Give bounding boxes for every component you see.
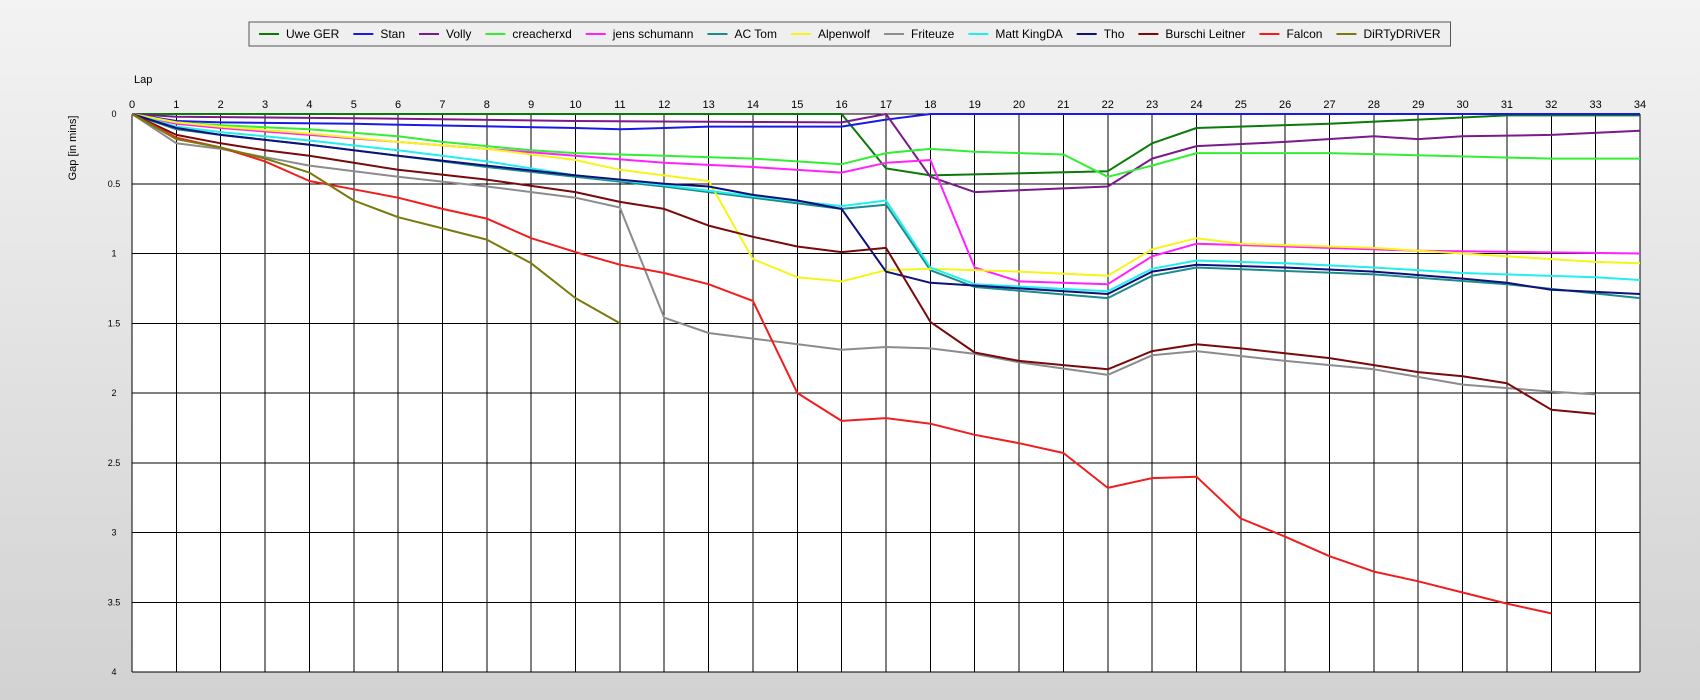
x-tick-label: 25 (1235, 99, 1247, 111)
x-tick-label: 31 (1501, 99, 1513, 111)
x-tick-label: 19 (969, 99, 981, 111)
legend: Uwe GER Stan Volly creacherxd jens schumann A… (248, 21, 1452, 47)
legend-label: Falcon (1286, 27, 1322, 41)
x-tick-label: 1 (173, 99, 179, 111)
x-tick-label: 29 (1412, 99, 1424, 111)
x-tick-label: 17 (880, 99, 892, 111)
legend-label: Uwe GER (286, 27, 340, 41)
x-tick-label: 5 (351, 99, 357, 111)
y-tick-label: 3 (111, 528, 116, 538)
y-tick-label: 3.5 (108, 597, 121, 607)
x-tick-label: 3 (262, 99, 268, 111)
y-tick-label: 2.5 (108, 458, 121, 468)
legend-label: jens schumann (612, 27, 694, 41)
x-tick-label: 28 (1368, 99, 1380, 111)
legend-label: Stan (380, 27, 405, 41)
y-tick-label: 1.5 (108, 318, 121, 328)
legend-label: Tho (1104, 27, 1125, 41)
x-tick-label: 34 (1634, 99, 1646, 111)
legend-label: DiRTyDRiVER (1363, 27, 1440, 41)
x-tick-label: 6 (395, 99, 401, 111)
x-tick-label: 8 (484, 99, 490, 111)
x-tick-label: 24 (1190, 99, 1202, 111)
x-tick-label: 0 (129, 99, 135, 111)
x-tick-label: 9 (528, 99, 534, 111)
x-tick-label: 33 (1590, 99, 1602, 111)
y-axis-label: Gap [in mins] (67, 116, 79, 181)
x-tick-label: 15 (791, 99, 803, 111)
y-tick-label: 1 (111, 249, 116, 259)
x-tick-label: 23 (1146, 99, 1158, 111)
x-tick-label: 2 (218, 99, 224, 111)
x-tick-label: 32 (1545, 99, 1557, 111)
y-tick-label: 0.5 (108, 179, 121, 189)
chart-canvas: Uwe GER Stan Volly creacherxd jens schumann A… (67, 21, 1646, 677)
y-tick-label: 0 (111, 109, 116, 119)
x-tick-label: 14 (747, 99, 759, 111)
legend-label: Matt KingDA (995, 27, 1062, 41)
x-tick-label: 26 (1279, 99, 1291, 111)
x-tick-label: 18 (924, 99, 936, 111)
x-tick-label: 16 (836, 99, 848, 111)
legend-label: Burschi Leitner (1165, 27, 1245, 41)
x-tick-label: 4 (306, 99, 312, 111)
x-tick-label: 12 (658, 99, 670, 111)
y-tick-label: 4 (111, 667, 116, 677)
x-tick-label: 11 (614, 99, 625, 111)
x-tick-label: 13 (702, 99, 714, 111)
x-tick-label: 10 (569, 99, 581, 111)
x-tick-label: 27 (1323, 99, 1335, 111)
x-tick-label: 22 (1102, 99, 1114, 111)
legend-label: creacherxd (512, 27, 571, 41)
x-tick-label: 20 (1013, 99, 1025, 111)
x-tick-label: 21 (1057, 99, 1069, 111)
y-tick-label: 2 (111, 388, 116, 398)
x-tick-label: 30 (1456, 99, 1468, 111)
lap-gap-chart: Uwe GER Stan Volly creacherxd jens schumann A… (0, 0, 1700, 700)
legend-label: Friteuze (911, 27, 955, 41)
legend-label: Volly (446, 27, 471, 41)
legend-label: Alpenwolf (818, 27, 871, 41)
legend-label: AC Tom (734, 27, 776, 41)
x-tick-label: 7 (439, 99, 445, 111)
x-axis-label: Lap (134, 74, 152, 86)
